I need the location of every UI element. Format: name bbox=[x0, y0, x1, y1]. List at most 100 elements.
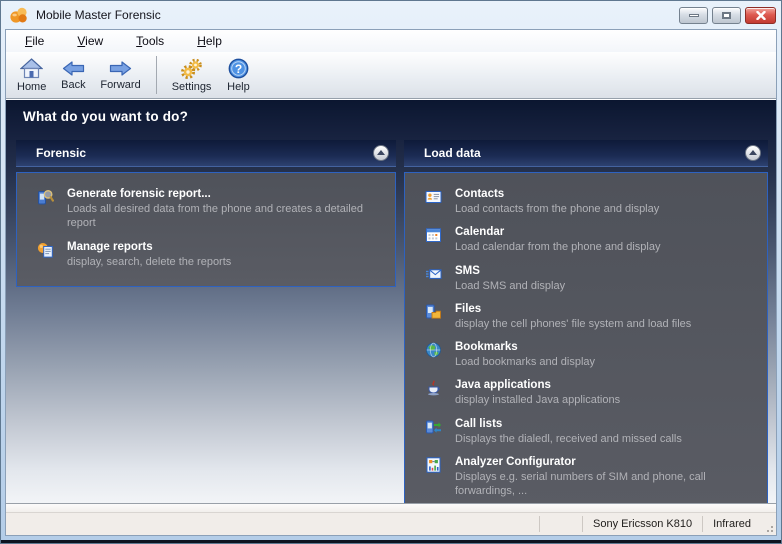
item-text: SMS Load SMS and display bbox=[455, 265, 755, 293]
item-title: SMS bbox=[455, 265, 755, 277]
window-title: Mobile Master Forensic bbox=[36, 8, 161, 22]
main-content: What do you want to do? Forensic bbox=[6, 100, 776, 503]
item-text: Java applications display installed Java… bbox=[455, 379, 755, 407]
forward-button[interactable]: Forward bbox=[93, 54, 147, 96]
titlebar: Mobile Master Forensic bbox=[1, 1, 781, 29]
item-description: Load calendar from the phone and display bbox=[455, 240, 755, 254]
forward-label: Forward bbox=[100, 79, 140, 91]
status-connection: Infrared bbox=[703, 518, 761, 530]
settings-label: Settings bbox=[172, 81, 212, 93]
status-divider-strip bbox=[6, 503, 776, 513]
generate-forensic-report-item[interactable]: Generate forensic report... Loads all de… bbox=[37, 183, 383, 236]
resize-grip[interactable] bbox=[761, 513, 776, 535]
load-data-panel: Load data bbox=[404, 140, 768, 517]
item-title: Contacts bbox=[455, 188, 755, 200]
item-description: Displays e.g. serial numbers of SIM and … bbox=[455, 470, 755, 499]
bookmarks-item[interactable]: Bookmarks Load bookmarks and display bbox=[425, 336, 755, 374]
manage-reports-icon bbox=[37, 241, 54, 269]
chevron-up-icon bbox=[749, 150, 757, 155]
files-icon bbox=[425, 303, 442, 331]
item-text: Analyzer Configurator Displays e.g. seri… bbox=[455, 456, 755, 499]
client-area: File View Tools Help Home Back bbox=[5, 29, 777, 536]
maximize-button[interactable] bbox=[712, 7, 741, 24]
generate-forensic-report-icon bbox=[37, 188, 54, 231]
menu-view[interactable]: View bbox=[68, 31, 112, 51]
call-lists-icon bbox=[425, 418, 442, 446]
item-title: Files bbox=[455, 303, 755, 315]
app-window: Mobile Master Forensic File View Tools H… bbox=[0, 0, 782, 544]
menu-file[interactable]: File bbox=[16, 31, 53, 51]
status-empty-panel bbox=[540, 513, 582, 535]
back-button[interactable]: Back bbox=[53, 54, 93, 96]
calendar-icon bbox=[425, 226, 442, 254]
call-lists-item[interactable]: Call lists Displays the dialedl, receive… bbox=[425, 413, 755, 451]
window-controls bbox=[679, 7, 776, 24]
help-icon: ? bbox=[228, 58, 249, 79]
gears-icon bbox=[180, 58, 203, 79]
item-description: Displays the dialedl, received and misse… bbox=[455, 432, 755, 446]
contacts-icon bbox=[425, 188, 442, 216]
item-text: Files display the cell phones' file syst… bbox=[455, 303, 755, 331]
sms-icon bbox=[425, 265, 442, 293]
forward-arrow-icon bbox=[109, 60, 132, 77]
item-text: Manage reports display, search, delete t… bbox=[67, 241, 383, 269]
close-button[interactable] bbox=[745, 7, 776, 24]
analyzer-icon bbox=[425, 456, 442, 499]
bookmarks-icon bbox=[425, 341, 442, 369]
menu-bar: File View Tools Help bbox=[6, 30, 776, 52]
help-label: Help bbox=[227, 81, 250, 93]
analyzer-configurator-item[interactable]: Analyzer Configurator Displays e.g. seri… bbox=[425, 451, 755, 504]
forensic-panel-header[interactable]: Forensic bbox=[16, 140, 396, 167]
calendar-item[interactable]: Calendar Load calendar from the phone an… bbox=[425, 221, 755, 259]
item-title: Analyzer Configurator bbox=[455, 456, 755, 468]
toolbar: Home Back Forward bbox=[6, 52, 776, 99]
contacts-item[interactable]: Contacts Load contacts from the phone an… bbox=[425, 183, 755, 221]
load-data-panel-body: Contacts Load contacts from the phone an… bbox=[404, 172, 768, 517]
java-applications-item[interactable]: Java applications display installed Java… bbox=[425, 374, 755, 412]
item-description: display the cell phones' file system and… bbox=[455, 317, 755, 331]
svg-text:?: ? bbox=[235, 62, 242, 76]
sms-item[interactable]: SMS Load SMS and display bbox=[425, 260, 755, 298]
item-description: Load contacts from the phone and display bbox=[455, 202, 755, 216]
back-label: Back bbox=[61, 79, 85, 91]
back-arrow-icon bbox=[62, 60, 85, 77]
item-description: Load bookmarks and display bbox=[455, 355, 755, 369]
item-description: display, search, delete the reports bbox=[67, 255, 379, 269]
item-text: Call lists Displays the dialedl, receive… bbox=[455, 418, 755, 446]
home-icon bbox=[20, 58, 43, 79]
menu-tools[interactable]: Tools bbox=[127, 31, 173, 51]
menu-help[interactable]: Help bbox=[188, 31, 231, 51]
mobile-master-logo-icon[interactable] bbox=[9, 6, 29, 24]
close-icon bbox=[756, 11, 766, 20]
item-description: Loads all desired data from the phone an… bbox=[67, 202, 379, 231]
status-device: Sony Ericsson K810 bbox=[583, 518, 702, 530]
java-icon bbox=[425, 379, 442, 407]
chevron-up-icon bbox=[377, 150, 385, 155]
page-title: What do you want to do? bbox=[6, 100, 776, 124]
files-item[interactable]: Files display the cell phones' file syst… bbox=[425, 298, 755, 336]
home-button[interactable]: Home bbox=[10, 54, 53, 96]
forensic-panel-title: Forensic bbox=[36, 146, 86, 160]
item-text: Generate forensic report... Loads all de… bbox=[67, 188, 383, 231]
item-title: Bookmarks bbox=[455, 341, 755, 353]
minimize-button[interactable] bbox=[679, 7, 708, 24]
forensic-collapse-button[interactable] bbox=[373, 145, 389, 161]
toolbar-separator bbox=[156, 56, 157, 94]
item-text: Calendar Load calendar from the phone an… bbox=[455, 226, 755, 254]
forensic-panel-body: Generate forensic report... Loads all de… bbox=[16, 172, 396, 287]
manage-reports-item[interactable]: Manage reports display, search, delete t… bbox=[37, 236, 383, 274]
load-data-panel-title: Load data bbox=[424, 146, 481, 160]
load-data-panel-header[interactable]: Load data bbox=[404, 140, 768, 167]
home-label: Home bbox=[17, 81, 46, 93]
item-text: Contacts Load contacts from the phone an… bbox=[455, 188, 755, 216]
minimize-icon bbox=[689, 14, 699, 17]
status-bar: Sony Ericsson K810 Infrared bbox=[6, 513, 776, 535]
help-button[interactable]: ? Help bbox=[218, 54, 258, 96]
settings-button[interactable]: Settings bbox=[165, 54, 219, 96]
item-title: Java applications bbox=[455, 379, 755, 391]
item-title: Calendar bbox=[455, 226, 755, 238]
item-description: Load SMS and display bbox=[455, 279, 755, 293]
forensic-panel: Forensic bbox=[16, 140, 396, 287]
load-data-collapse-button[interactable] bbox=[745, 145, 761, 161]
item-description: display installed Java applications bbox=[455, 393, 755, 407]
